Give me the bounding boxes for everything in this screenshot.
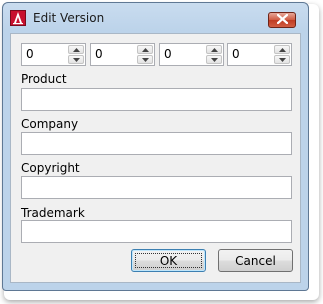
company-input[interactable] — [21, 132, 292, 155]
title-bar[interactable]: Edit Version — [3, 3, 308, 33]
trademark-label: Trademark — [21, 206, 85, 220]
spin-down-button[interactable] — [137, 55, 153, 64]
spin-up-button[interactable] — [206, 45, 222, 54]
arrow-up-icon — [141, 47, 149, 52]
arrow-up-icon — [210, 47, 218, 52]
trademark-input[interactable] — [21, 220, 292, 243]
version-major-spinner[interactable]: 0 — [21, 43, 86, 66]
spinner-buttons — [206, 45, 222, 64]
close-button[interactable] — [268, 12, 296, 28]
arrow-up-icon — [72, 47, 80, 52]
product-input[interactable] — [21, 88, 292, 111]
spin-down-button[interactable] — [274, 55, 290, 64]
cancel-button-label: Cancel — [235, 253, 276, 268]
close-icon — [276, 13, 288, 27]
spin-up-button[interactable] — [137, 45, 153, 54]
cancel-button[interactable]: Cancel — [218, 249, 293, 272]
edit-version-dialog: Edit Version 0 0 0 0 Product Company Cop… — [2, 2, 309, 291]
arrow-up-icon — [278, 47, 286, 52]
spinner-buttons — [137, 45, 153, 64]
product-label: Product — [21, 72, 67, 86]
copyright-label: Copyright — [21, 161, 80, 175]
spin-up-button[interactable] — [274, 45, 290, 54]
version-build-spinner[interactable]: 0 — [159, 43, 224, 66]
dialog-body: 0 0 0 0 Product Company Copyright Tradem… — [10, 33, 301, 283]
spin-down-button[interactable] — [206, 55, 222, 64]
ok-button[interactable]: OK — [131, 249, 206, 272]
arrow-down-icon — [72, 57, 80, 62]
arrow-down-icon — [141, 57, 149, 62]
version-revision-value[interactable]: 0 — [232, 47, 240, 61]
version-build-value[interactable]: 0 — [164, 47, 172, 61]
copyright-input[interactable] — [21, 176, 292, 199]
window-title: Edit Version — [33, 11, 105, 25]
company-label: Company — [21, 117, 79, 131]
version-major-value[interactable]: 0 — [26, 47, 34, 61]
version-minor-value[interactable]: 0 — [95, 47, 103, 61]
spinner-buttons — [68, 45, 84, 64]
focus-ring — [135, 253, 202, 268]
version-minor-spinner[interactable]: 0 — [90, 43, 155, 66]
spinner-buttons — [274, 45, 290, 64]
version-revision-spinner[interactable]: 0 — [227, 43, 292, 66]
arrow-down-icon — [210, 57, 218, 62]
spin-up-button[interactable] — [68, 45, 84, 54]
arrow-down-icon — [278, 57, 286, 62]
spin-down-button[interactable] — [68, 55, 84, 64]
adobe-acrobat-icon — [10, 10, 26, 26]
